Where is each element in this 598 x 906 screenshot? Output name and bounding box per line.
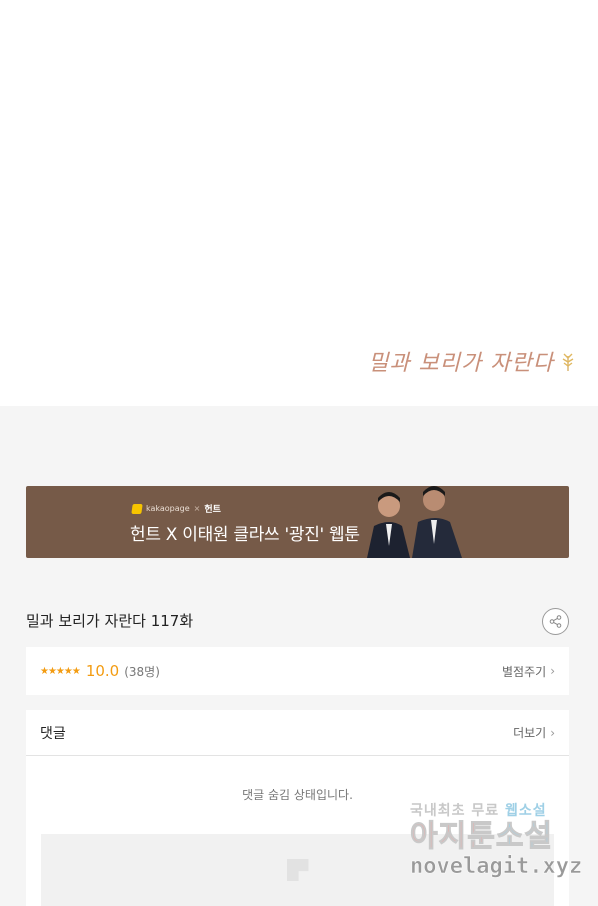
banner-title: 헌트 X 이태원 클라쓰 '광진' 웹툰 <box>130 525 360 545</box>
share-icon <box>549 615 562 628</box>
wheat-icon <box>562 353 574 371</box>
rating-count: (38명) <box>124 664 160 679</box>
banner-brand-sep: × <box>193 504 201 513</box>
chevron-right-icon: › <box>550 725 555 740</box>
watermark-brand-a: 아지툰 <box>410 819 496 854</box>
comic-panel: 밀과 보리가 자란다 <box>0 0 598 406</box>
ad-banner[interactable]: kakaopage × 헌트 헌트 X 이태원 클라쓰 '광진' 웹툰 <box>26 486 569 558</box>
banner-brand: kakaopage × 헌트 <box>131 502 221 515</box>
watermark-url: novelagit.xyz <box>410 854 583 880</box>
comment-header: 댓글 더보기 › <box>26 710 569 756</box>
watermark-tagline-b: 웹소설 <box>505 803 547 819</box>
rating-score: 10.0 <box>85 662 120 680</box>
watermark-brand-b: 소설 <box>495 819 554 854</box>
more-comments-label: 더보기 <box>513 726 547 740</box>
more-comments-button[interactable]: 더보기 › <box>513 724 555 741</box>
comment-title: 댓글 <box>40 725 66 742</box>
watermark-tagline: 국내최초 무료 웹소설 <box>410 800 585 820</box>
banner-brand-right: 헌트 <box>204 505 221 515</box>
placeholder-image-icon <box>286 859 309 881</box>
watermark-tagline-a: 국내최초 무료 <box>410 803 506 819</box>
rating-stars: ★★★★★ <box>40 665 81 677</box>
watermark-brand: 아지툰소설 <box>410 819 585 854</box>
site-watermark: 국내최초 무료 웹소설 아지툰소설 novelagit.xyz <box>410 800 585 890</box>
rate-button-label: 별점주기 <box>502 664 547 679</box>
rating-box: ★★★★★ 10.0 (38명) 별점주기 › <box>26 647 569 695</box>
share-button[interactable] <box>542 608 569 635</box>
banner-brand-left: kakaopage <box>146 504 190 513</box>
comic-end-logo: 밀과 보리가 자란다 <box>368 345 578 377</box>
chevron-right-icon: › <box>550 664 555 678</box>
banner-figures-image <box>367 486 462 558</box>
rate-button[interactable]: 별점주기 › <box>502 663 555 680</box>
episode-title: 밀과 보리가 자란다 117화 <box>26 612 194 630</box>
comic-logo-text: 밀과 보리가 자란다 <box>368 351 554 376</box>
kakaopage-logo-icon <box>131 503 143 514</box>
